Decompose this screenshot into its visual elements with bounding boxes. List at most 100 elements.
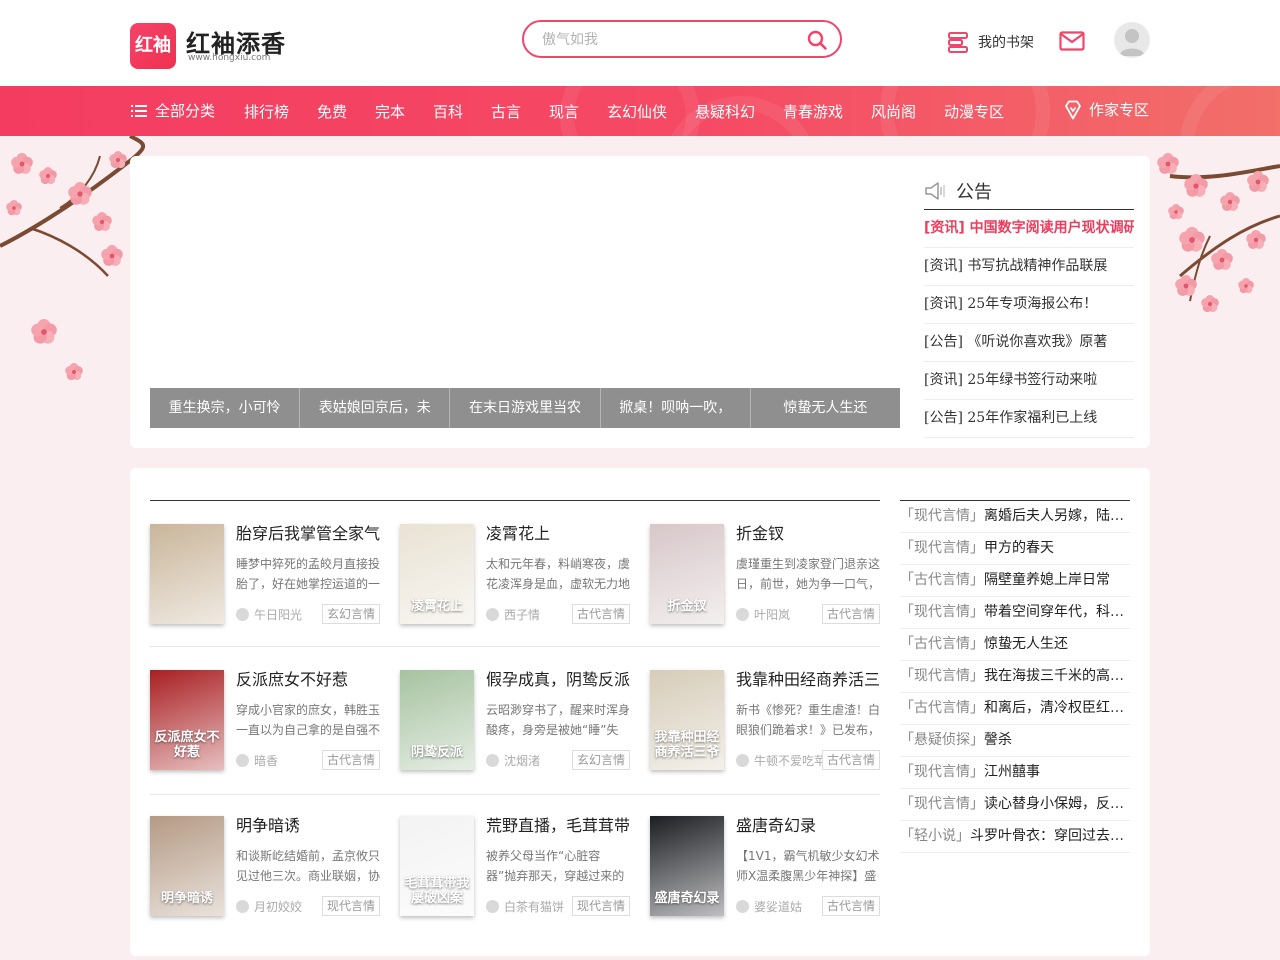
nav-writer-zone[interactable]: 作家专区 bbox=[1064, 99, 1149, 120]
ranking-item[interactable]: 「轻小说」斗罗叶骨衣：穿回过去拯救自己 bbox=[900, 821, 1130, 853]
book-cover-title: 毛茸茸带我屡破凶案 bbox=[404, 876, 470, 906]
notice-item[interactable]: [公告] 25年作家福利已上线 bbox=[924, 400, 1134, 438]
book-card[interactable]: 胎穿后我掌管全家气 睡梦中猝死的孟皎月直接投胎了，好在她掌控运道的一 午日阳光 玄幻言… bbox=[150, 524, 380, 626]
ranking-item[interactable]: 「古代言情」和离后，清冷权臣红眼求复合 bbox=[900, 693, 1130, 725]
book-genre-tag[interactable]: 古代言情 bbox=[821, 604, 880, 624]
book-author[interactable]: 叶阳岚 bbox=[736, 606, 832, 623]
book-cover[interactable]: 折金钗 bbox=[650, 524, 724, 624]
search-input[interactable] bbox=[542, 29, 792, 49]
book-author[interactable]: 月初姣姣 bbox=[236, 898, 332, 915]
notice-item[interactable]: [资讯] 25年专项海报公布！ bbox=[924, 286, 1134, 324]
ranking-item[interactable]: 「古代言情」惊蛰无人生还 bbox=[900, 629, 1130, 661]
book-title[interactable]: 胎穿后我掌管全家气 bbox=[236, 524, 382, 544]
book-author[interactable]: 婆娑道姑 bbox=[736, 898, 832, 915]
nav-item-fantasy[interactable]: 玄幻仙侠 bbox=[607, 101, 667, 122]
nav-item-mystery[interactable]: 悬疑科幻 bbox=[695, 101, 755, 122]
ranking-item[interactable]: 「现代言情」读心替身小保姆，反派大佬宠上天 bbox=[900, 789, 1130, 821]
book-author[interactable]: 西子情 bbox=[486, 606, 582, 623]
book-title[interactable]: 明争暗诱 bbox=[236, 816, 382, 836]
book-title[interactable]: 盛唐奇幻录 bbox=[736, 816, 882, 836]
book-cover[interactable] bbox=[150, 524, 224, 624]
banner-tab[interactable]: 表姑娘回京后，未 bbox=[300, 388, 451, 428]
book-description: 虞瑾重生到凌家登门退亲这日，前世，她为争一口气， bbox=[736, 557, 880, 591]
book-genre-tag[interactable]: 玄幻言情 bbox=[321, 604, 380, 624]
book-card[interactable]: 盛唐奇幻录 盛唐奇幻录 【1V1，霸气机敏少女幻术师X温柔腹黑少年神探】盛 婆娑道姑古… bbox=[650, 816, 880, 918]
ranking-item[interactable]: 「现代言情」带着空间穿年代，科研大佬飒爆了 bbox=[900, 597, 1130, 629]
book-title[interactable]: 我靠种田经商养活三 bbox=[736, 670, 882, 690]
nav-item-finished[interactable]: 完本 bbox=[375, 101, 405, 122]
book-cover[interactable]: 阴鸷反派 bbox=[400, 670, 474, 770]
ranking-item[interactable]: 「现代言情」甲方的春天 bbox=[900, 533, 1130, 565]
book-author[interactable]: 暗香 bbox=[236, 752, 332, 769]
banner-tab[interactable]: 掀桌！呗呐一吹， bbox=[600, 388, 751, 428]
notice-item[interactable]: [资讯] 中国数字阅读用户现状调研 bbox=[924, 210, 1134, 248]
user-avatar[interactable] bbox=[1114, 22, 1150, 58]
nav-item-modern[interactable]: 现言 bbox=[549, 101, 579, 122]
book-genre-tag[interactable]: 古代言情 bbox=[321, 750, 380, 770]
book-card[interactable]: 毛茸茸带我屡破凶案 荒野直播，毛茸茸带 被养父母当作“心脏容器”抛弃那天，穿越过来的… bbox=[400, 816, 630, 918]
book-cover[interactable]: 明争暗诱 bbox=[150, 816, 224, 916]
book-author-name: 暗香 bbox=[254, 754, 279, 768]
book-title[interactable]: 凌霄花上 bbox=[486, 524, 632, 544]
book-cover-title: 反派庶女不好惹 bbox=[154, 730, 220, 760]
notice-item[interactable]: [公告] 《听说你喜欢我》原著 bbox=[924, 324, 1134, 362]
book-genre-tag[interactable]: 古代言情 bbox=[571, 604, 630, 624]
book-card[interactable]: 我靠种田经商养活三爷 我靠种田经商养活三 新书《惨死？重生虐渣！白眼狼们跪着求！》已… bbox=[650, 670, 880, 772]
bookshelf-link[interactable]: 我的书架 bbox=[946, 28, 1034, 56]
book-genre-tag[interactable]: 现代言情 bbox=[321, 896, 380, 916]
ranking-item[interactable]: 「悬疑侦探」謦杀 bbox=[900, 725, 1130, 757]
book-cover[interactable]: 我靠种田经商养活三爷 bbox=[650, 670, 724, 770]
nav-item-fashion[interactable]: 风尚阁 bbox=[871, 101, 916, 122]
ranking-item[interactable]: 「现代言情」江州囍事 bbox=[900, 757, 1130, 789]
banner-tab[interactable]: 重生换宗，小可怜 bbox=[150, 388, 301, 428]
ranking-book-name: 惊蛰无人生还 bbox=[984, 636, 1068, 652]
book-author[interactable]: 白茶有猫饼 bbox=[486, 898, 582, 915]
nav-item-ancient[interactable]: 古言 bbox=[491, 101, 521, 122]
banner-carousel[interactable] bbox=[150, 156, 900, 388]
nav-item-rank[interactable]: 排行榜 bbox=[244, 101, 289, 122]
book-cover[interactable]: 盛唐奇幻录 bbox=[650, 816, 724, 916]
site-logo[interactable]: 红袖 红袖添香 www.hongxiu.com bbox=[130, 22, 290, 70]
nav-all-categories[interactable]: 全部分类 bbox=[131, 100, 215, 121]
ranking-item[interactable]: 「现代言情」离婚后夫人另嫁，陆总追妻火葬场 bbox=[900, 501, 1130, 533]
notice-item[interactable]: [资讯] 书写抗战精神作品联展 bbox=[924, 248, 1134, 286]
notice-board: 公告 [资讯] 中国数字阅读用户现状调研 [资讯] 书写抗战精神作品联展 [资讯… bbox=[924, 172, 1134, 438]
book-title[interactable]: 假孕成真，阴鸷反派 bbox=[486, 670, 632, 690]
book-cover[interactable]: 毛茸茸带我屡破凶案 bbox=[400, 816, 474, 916]
book-card[interactable]: 凌霄花上 凌霄花上 太和元年春，料峭寒夜，虞花凌浑身是血，虚软无力地 西子情 古代言情 bbox=[400, 524, 630, 626]
recommend-panel: 胎穿后我掌管全家气 睡梦中猝死的孟皎月直接投胎了，好在她掌控运道的一 午日阳光 玄幻言… bbox=[130, 468, 1150, 956]
book-author[interactable]: 牛顿不爱吃苹 bbox=[736, 752, 832, 769]
notice-item[interactable]: [资讯] 25年绿书签行动来啦 bbox=[924, 362, 1134, 400]
book-card[interactable]: 反派庶女不好惹 反派庶女不好惹 穿成小官家的庶女，韩胜玉一直以为自己拿的是自强不 暗香… bbox=[150, 670, 380, 772]
book-author[interactable]: 午日阳光 bbox=[236, 606, 332, 623]
book-title[interactable]: 折金钗 bbox=[736, 524, 882, 544]
ranking-item[interactable]: 「现代言情」我在海拔三千米的高原当医生 bbox=[900, 661, 1130, 693]
mail-icon[interactable] bbox=[1059, 31, 1085, 51]
book-genre-tag[interactable]: 古代言情 bbox=[821, 896, 880, 916]
search-icon[interactable] bbox=[806, 29, 828, 51]
book-card[interactable]: 明争暗诱 明争暗诱 和谈斯屹结婚前，孟京攸只见过他三次。商业联姻，协 月初姣姣 现代言情 bbox=[150, 816, 380, 918]
book-genre-tag[interactable]: 玄幻言情 bbox=[571, 750, 630, 770]
book-author-name: 婆娑道姑 bbox=[754, 900, 803, 914]
nav-item-wiki[interactable]: 百科 bbox=[433, 101, 463, 122]
book-cover[interactable]: 凌霄花上 bbox=[400, 524, 474, 624]
book-author[interactable]: 沈烟渚 bbox=[486, 752, 582, 769]
book-genre-tag[interactable]: 现代言情 bbox=[571, 896, 630, 916]
book-card[interactable]: 折金钗 折金钗 虞瑾重生到凌家登门退亲这日，前世，她为争一口气， 叶阳岚 古代言情 bbox=[650, 524, 880, 626]
book-card[interactable]: 阴鸷反派 假孕成真，阴鸷反派云昭渺穿书了，醒来时浑身酸疼，身旁是被她“睡”失忆沈烟… bbox=[400, 670, 630, 772]
book-title[interactable]: 反派庶女不好惹 bbox=[236, 670, 382, 690]
nav-item-youth[interactable]: 青春游戏 bbox=[783, 101, 843, 122]
book-author-name: 西子情 bbox=[504, 608, 541, 622]
book-title[interactable]: 荒野直播，毛茸茸带 bbox=[486, 816, 632, 836]
book-cover[interactable]: 反派庶女不好惹 bbox=[150, 670, 224, 770]
ranking-item[interactable]: 「古代言情」隔壁童养媳上岸日常 bbox=[900, 565, 1130, 597]
book-genre-tag[interactable]: 古代言情 bbox=[821, 750, 880, 770]
book-cover-title: 明争暗诱 bbox=[160, 891, 213, 906]
banner-tab[interactable]: 惊蛰无人生还 bbox=[750, 388, 901, 428]
book-author-name: 白茶有猫饼 bbox=[504, 900, 565, 914]
speaker-icon bbox=[925, 181, 945, 200]
nav-item-free[interactable]: 免费 bbox=[317, 101, 347, 122]
author-avatar-icon bbox=[736, 754, 749, 767]
nav-item-anime[interactable]: 动漫专区 bbox=[944, 101, 1004, 122]
banner-tab[interactable]: 在末日游戏里当农 bbox=[450, 388, 601, 428]
